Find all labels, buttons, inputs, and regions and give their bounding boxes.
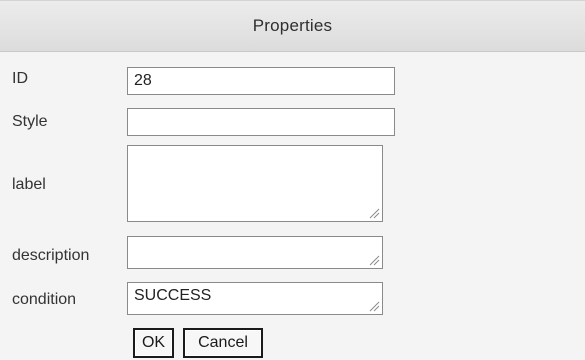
- label-textarea[interactable]: [127, 145, 383, 222]
- label-label: label: [12, 176, 46, 193]
- style-label: Style: [12, 113, 48, 130]
- id-label: ID: [12, 70, 28, 87]
- ok-button[interactable]: OK: [133, 328, 174, 358]
- cancel-button[interactable]: Cancel: [183, 328, 263, 358]
- id-input[interactable]: [127, 67, 395, 95]
- properties-dialog: Properties ID Style label description co…: [0, 0, 585, 360]
- condition-label: condition: [12, 291, 77, 308]
- dialog-title: Properties: [252, 16, 333, 35]
- description-label: description: [12, 247, 90, 264]
- style-input[interactable]: [127, 108, 395, 136]
- description-textarea[interactable]: [127, 236, 383, 269]
- dialog-title-bar: Properties: [0, 1, 585, 52]
- condition-textarea[interactable]: [127, 282, 383, 315]
